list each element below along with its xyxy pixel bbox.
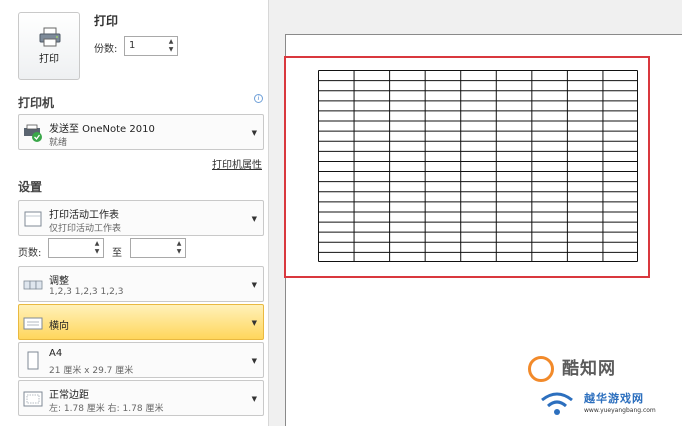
printer-icon xyxy=(39,27,61,47)
print-scope-dropdown[interactable]: 打印活动工作表 仅打印活动工作表 ▼ xyxy=(18,200,264,236)
orientation-dropdown[interactable]: 横向 ▼ xyxy=(18,304,264,340)
print-settings-pane: 打印 打印 份数: 1 ▲ ▼ 打印机 i 发送至 OneNote 2010 就… xyxy=(0,0,268,426)
margins-dropdown[interactable]: 正常边距 左: 1.78 厘米 右: 1.78 厘米 ▼ xyxy=(18,380,264,416)
spin-up-icon[interactable]: ▲ xyxy=(167,38,175,46)
printer-dropdown[interactable]: 发送至 OneNote 2010 就绪 ▼ xyxy=(18,114,264,150)
printer-name: 发送至 OneNote 2010 xyxy=(49,124,155,135)
orientation-main: 横向 xyxy=(49,321,69,332)
spin-down-icon[interactable]: ▼ xyxy=(93,248,101,256)
printer-properties-link[interactable]: 打印机属性 xyxy=(212,156,262,171)
to-label: 至 xyxy=(112,248,122,259)
dropdown-arrow-icon: ▼ xyxy=(251,215,257,223)
copies-stepper[interactable]: 1 ▲ ▼ xyxy=(124,36,178,56)
dropdown-arrow-icon: ▼ xyxy=(251,319,257,327)
preview-table xyxy=(318,70,638,262)
page-from-input[interactable]: ▲ ▼ xyxy=(48,238,104,258)
print-button-label: 打印 xyxy=(39,54,59,65)
paper-size-dropdown[interactable]: A4 21 厘米 x 29.7 厘米 ▼ xyxy=(18,342,264,378)
print-scope-sub: 仅打印活动工作表 xyxy=(49,224,122,234)
watermark-url: www.yueyangbang.com xyxy=(584,407,656,414)
copies-value: 1 xyxy=(129,40,136,51)
page-to-input[interactable]: ▲ ▼ xyxy=(130,238,186,258)
margins-sub: 左: 1.78 厘米 右: 1.78 厘米 xyxy=(49,404,164,414)
print-button[interactable]: 打印 xyxy=(18,12,80,80)
wifi-icon xyxy=(541,392,573,415)
dropdown-arrow-icon: ▼ xyxy=(251,357,257,365)
landscape-icon xyxy=(23,317,43,330)
watermark-site: 越华游戏网 xyxy=(584,392,644,405)
printer-status-icon xyxy=(24,124,42,142)
spin-down-icon[interactable]: ▼ xyxy=(167,46,175,54)
info-icon[interactable]: i xyxy=(254,94,263,103)
print-scope-main: 打印活动工作表 xyxy=(49,210,119,221)
print-heading: 打印 xyxy=(94,14,119,28)
copies-label: 份数: xyxy=(94,44,118,55)
printer-status: 就绪 xyxy=(49,138,68,148)
settings-section-title: 设置 xyxy=(18,180,43,194)
dropdown-arrow-icon: ▼ xyxy=(251,129,257,137)
pages-label: 页数: xyxy=(18,248,42,259)
watermark-brand: 酷知网 xyxy=(562,359,616,379)
collate-main: 调整 xyxy=(49,276,69,287)
spin-down-icon[interactable]: ▼ xyxy=(175,248,183,256)
margins-icon xyxy=(23,391,43,407)
collate-icon xyxy=(23,280,43,290)
collate-dropdown[interactable]: 调整 1,2,3 1,2,3 1,2,3 ▼ xyxy=(18,266,264,302)
dropdown-arrow-icon: ▼ xyxy=(251,395,257,403)
spin-up-icon[interactable]: ▲ xyxy=(175,240,183,248)
paper-size-main: A4 xyxy=(49,348,63,359)
paper-icon xyxy=(27,351,39,370)
printer-section-title: 打印机 xyxy=(18,96,55,110)
paper-size-sub: 21 厘米 x 29.7 厘米 xyxy=(49,366,134,376)
watermark-logo-icon xyxy=(528,356,554,382)
dropdown-arrow-icon: ▼ xyxy=(251,281,257,289)
spin-up-icon[interactable]: ▲ xyxy=(93,240,101,248)
sheet-icon xyxy=(24,211,42,227)
collate-sub: 1,2,3 1,2,3 1,2,3 xyxy=(49,287,124,297)
margins-main: 正常边距 xyxy=(49,390,89,401)
watermark: 酷知网 越华游戏网 www.yueyangbang.com xyxy=(522,350,682,426)
